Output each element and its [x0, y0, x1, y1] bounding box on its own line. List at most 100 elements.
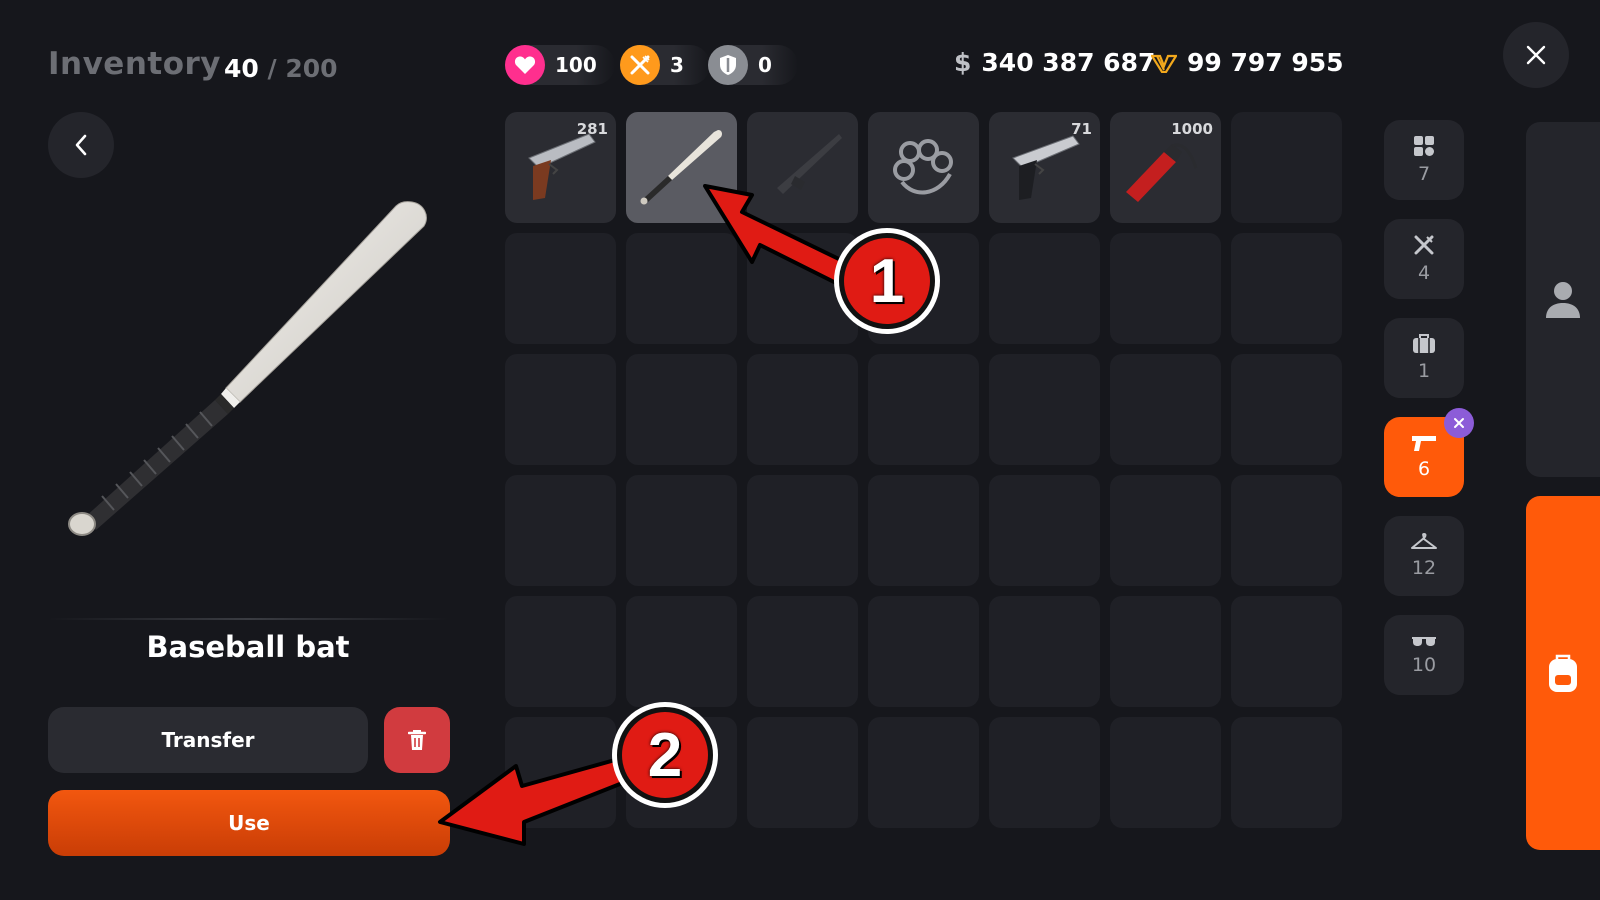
- divider: [48, 618, 448, 620]
- inventory-slot-empty[interactable]: [989, 596, 1100, 707]
- inventory-slot-empty[interactable]: [747, 596, 858, 707]
- inventory-slot-empty[interactable]: [626, 475, 737, 586]
- category-all[interactable]: 7: [1384, 120, 1464, 200]
- category-accessories[interactable]: 10: [1384, 615, 1464, 695]
- category-documents[interactable]: 1: [1384, 318, 1464, 398]
- inventory-slot-empty[interactable]: [1110, 717, 1221, 828]
- slot-quantity: 71: [1071, 120, 1092, 138]
- close-icon: [1454, 418, 1464, 428]
- inventory-slot-empty[interactable]: [747, 717, 858, 828]
- health-value: 100: [555, 53, 597, 77]
- inventory-slot-empty[interactable]: [1231, 354, 1342, 465]
- cash-balance: $ 340 387 687: [954, 48, 1155, 77]
- category-count: 7: [1417, 163, 1431, 185]
- inventory-slot-fire-extinguisher[interactable]: 1000: [1110, 112, 1221, 223]
- category-count: 4: [1417, 262, 1431, 284]
- category-count: 6: [1417, 458, 1431, 480]
- shield-icon: [708, 45, 748, 85]
- inventory-slot-empty[interactable]: [1231, 596, 1342, 707]
- armor-value: 0: [758, 53, 772, 77]
- inventory-slot-empty[interactable]: [1110, 475, 1221, 586]
- inventory-slot-empty[interactable]: [505, 233, 616, 344]
- inventory-slot-baseball-bat[interactable]: [626, 112, 737, 223]
- inventory-capacity: 40 / 200: [224, 54, 338, 83]
- inventory-tab[interactable]: [1526, 496, 1600, 850]
- inventory-slot-empty[interactable]: [1231, 475, 1342, 586]
- inventory-slot-empty[interactable]: [989, 717, 1100, 828]
- inventory-slot-empty[interactable]: [989, 354, 1100, 465]
- dollar-icon: $: [954, 48, 972, 77]
- fork-knife-icon: [620, 45, 660, 85]
- delete-button[interactable]: [384, 707, 450, 773]
- inventory-slot-empty[interactable]: [868, 596, 979, 707]
- pistol-icon: [1412, 436, 1436, 451]
- armor-stat: 0: [708, 45, 798, 85]
- slot-quantity: 1000: [1171, 120, 1213, 138]
- brass-knuckles-icon: [893, 139, 953, 195]
- glasses-icon: [1412, 637, 1436, 646]
- use-button[interactable]: Use: [48, 790, 450, 856]
- inventory-title: Inventory: [48, 46, 222, 82]
- inventory-slot-empty[interactable]: [747, 475, 858, 586]
- back-button[interactable]: [48, 112, 114, 178]
- trash-icon: [408, 730, 426, 750]
- annotation-marker-2: 2: [612, 702, 718, 808]
- gold-coin-icon: [1151, 54, 1177, 73]
- food-icon: [1414, 235, 1434, 255]
- inventory-slot-brass-knuckles[interactable]: [868, 112, 979, 223]
- inventory-slot-rifle[interactable]: [747, 112, 858, 223]
- suitcase-icon: [1413, 334, 1435, 353]
- all-items-icon: [1414, 136, 1434, 156]
- inventory-slot-empty[interactable]: [505, 596, 616, 707]
- annotation-number: 2: [622, 712, 708, 798]
- cash-value: 340 387 687: [981, 48, 1156, 77]
- category-food[interactable]: 4: [1384, 219, 1464, 299]
- annotation-number: 1: [844, 238, 930, 324]
- inventory-slot-empty[interactable]: [626, 596, 737, 707]
- inventory-slot-pistol-2[interactable]: 71: [989, 112, 1100, 223]
- inventory-slot-empty[interactable]: [1231, 717, 1342, 828]
- user-icon: [1546, 281, 1580, 318]
- inventory-slot-empty[interactable]: [1231, 233, 1342, 344]
- category-count: 1: [1417, 360, 1431, 382]
- inventory-slot-empty[interactable]: [505, 354, 616, 465]
- annotation-marker-1: 1: [834, 228, 940, 334]
- character-tab[interactable]: [1526, 122, 1600, 477]
- inventory-slot-empty[interactable]: [989, 233, 1100, 344]
- category-count: 12: [1411, 557, 1437, 579]
- close-icon: [1526, 45, 1546, 65]
- close-button[interactable]: [1503, 22, 1569, 88]
- inventory-slot-empty[interactable]: [989, 475, 1100, 586]
- inventory-slot-empty[interactable]: [868, 354, 979, 465]
- gold-balance: 99 797 955: [1151, 48, 1344, 77]
- hanger-icon: [1411, 533, 1437, 549]
- inventory-slot-empty[interactable]: [1110, 596, 1221, 707]
- food-value: 3: [670, 53, 684, 77]
- inventory-slot-empty[interactable]: [868, 475, 979, 586]
- baseball-bat-icon: [640, 130, 722, 205]
- health-stat: 100: [505, 45, 615, 85]
- transfer-button[interactable]: Transfer: [48, 707, 368, 773]
- inventory-slot-empty[interactable]: [868, 717, 979, 828]
- capacity-max: 200: [285, 54, 338, 83]
- inventory-slot-empty[interactable]: [1110, 233, 1221, 344]
- chevron-left-icon: [75, 134, 87, 156]
- category-clothes[interactable]: 12: [1384, 516, 1464, 596]
- capacity-separator: /: [267, 54, 277, 83]
- inventory-slot-empty[interactable]: [505, 475, 616, 586]
- baseball-bat-preview-image: [68, 201, 427, 536]
- food-stat: 3: [620, 45, 710, 85]
- heart-icon: [505, 45, 545, 85]
- inventory-slot-pistol[interactable]: 281: [505, 112, 616, 223]
- inventory-slot-empty[interactable]: [505, 717, 616, 828]
- inventory-slot-empty[interactable]: [1110, 354, 1221, 465]
- slot-quantity: 281: [576, 120, 608, 138]
- capacity-current: 40: [224, 54, 259, 83]
- inventory-slot-empty[interactable]: [1231, 112, 1342, 223]
- backpack-icon: [1549, 654, 1577, 692]
- clear-filter-button[interactable]: [1444, 408, 1474, 438]
- inventory-slot-empty[interactable]: [626, 233, 737, 344]
- inventory-slot-empty[interactable]: [747, 354, 858, 465]
- category-count: 10: [1411, 654, 1437, 676]
- inventory-slot-empty[interactable]: [626, 354, 737, 465]
